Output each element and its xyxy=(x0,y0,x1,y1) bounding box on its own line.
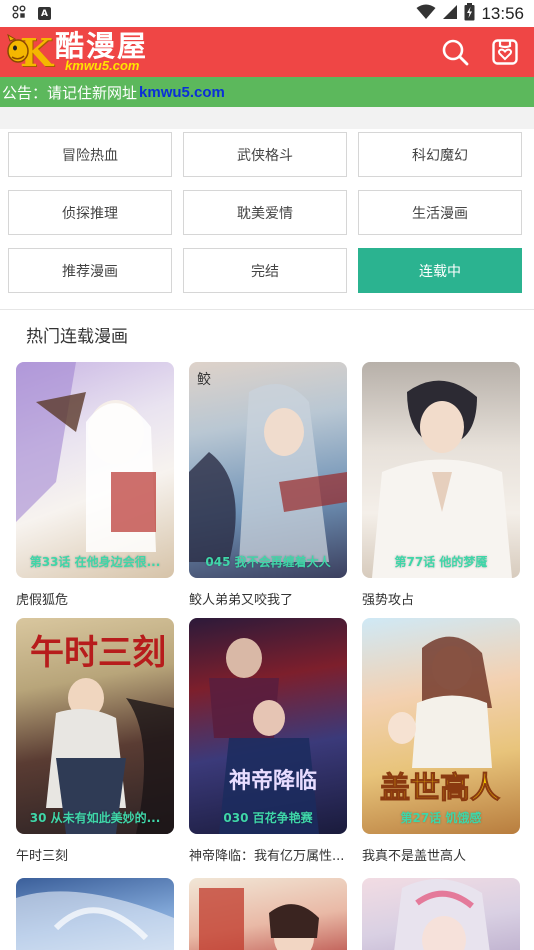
logo-url: kmwu5.com xyxy=(65,58,140,73)
cover-art-image xyxy=(199,888,319,950)
cover-art-image: 盖世高人 xyxy=(380,636,501,807)
category-button[interactable]: 耽美爱情 xyxy=(183,190,347,235)
comic-title[interactable]: 午时三刻 xyxy=(16,834,174,874)
latest-episode: 030 百花争艳赛 xyxy=(223,811,313,825)
category-button[interactable]: 科幻魔幻 xyxy=(358,132,522,177)
logo-name: 酷漫屋 xyxy=(55,29,149,63)
comic-title[interactable]: 我真不是盖世高人 xyxy=(362,834,520,874)
cover-art-image: 午时三刻 xyxy=(30,633,174,834)
category-panel: 冒险热血 武侠格斗 科幻魔幻 侦探推理 耽美爱情 生活漫画 推荐漫画 完结 连载… xyxy=(0,129,534,309)
comic-card[interactable]: 神帝降临 030 百花争艳赛 神帝降临：我有亿万属性... xyxy=(189,618,347,874)
category-button[interactable]: 侦探推理 xyxy=(8,190,172,235)
comic-card[interactable]: 第33话 在他身边会很... 虎假狐危 xyxy=(16,362,174,618)
comic-cover[interactable] xyxy=(189,878,347,950)
svg-text:盖世高人: 盖世高人 xyxy=(380,771,500,806)
cover-art-image xyxy=(16,362,156,552)
cover-art-image: 鲛 xyxy=(189,372,347,562)
comic-cover[interactable]: 神帝降临 030 百花争艳赛 xyxy=(189,618,347,834)
category-grid: 冒险热血 武侠格斗 科幻魔幻 侦探推理 耽美爱情 生活漫画 推荐漫画 完结 连载… xyxy=(8,132,523,293)
category-button-active[interactable]: 连载中 xyxy=(358,248,522,293)
logo-text-group: 酷漫屋 kmwu5.com xyxy=(55,29,149,73)
svg-text:午时三刻: 午时三刻 xyxy=(30,633,166,673)
comic-cover[interactable]: 午时三刻 30 从未有如此美妙的... xyxy=(16,618,174,834)
svg-text:神帝降临: 神帝降临 xyxy=(229,768,317,794)
search-icon xyxy=(442,39,469,66)
latest-episode: 第33话 在他身边会很... xyxy=(29,555,161,569)
section-title: 热门连载漫画 xyxy=(26,326,128,347)
cover-art-image xyxy=(16,891,174,950)
comic-card[interactable] xyxy=(189,878,347,950)
comic-card[interactable] xyxy=(16,878,174,950)
comic-card[interactable]: 午时三刻 30 从未有如此美妙的... 午时三刻 xyxy=(16,618,174,874)
comic-cover[interactable] xyxy=(362,878,520,950)
app-header: K 酷漫屋 kmwu5.com xyxy=(0,27,534,77)
search-button[interactable] xyxy=(440,37,470,67)
status-bar: A 13:56 xyxy=(0,0,534,27)
status-left: A xyxy=(12,5,51,22)
app-a-icon: A xyxy=(38,7,51,20)
battery-icon xyxy=(464,2,475,25)
svg-text:鲛: 鲛 xyxy=(197,372,211,388)
cover-art-image xyxy=(394,879,490,950)
category-button[interactable]: 生活漫画 xyxy=(358,190,522,235)
header-actions xyxy=(440,37,520,67)
comic-card[interactable] xyxy=(362,878,520,950)
comic-card[interactable]: 第77话 他的梦魇 强势攻占 xyxy=(362,362,520,618)
comic-grid: 第33话 在他身边会很... 虎假狐危 鲛 045 我不会再缠着大人 鲛人弟弟又… xyxy=(0,358,534,950)
bookshelf-button[interactable] xyxy=(490,37,520,67)
announcement-text: 公告：请记住新网址 xyxy=(2,83,138,102)
app-logo[interactable]: K 酷漫屋 kmwu5.com xyxy=(6,27,148,77)
category-button[interactable]: 武侠格斗 xyxy=(183,132,347,177)
comic-cover[interactable] xyxy=(16,878,174,950)
status-right: 13:56 xyxy=(416,2,524,25)
comic-cover[interactable]: 盖世高人 第27话 饥饿感 xyxy=(362,618,520,834)
bookmark-heart-icon xyxy=(492,39,518,65)
comic-title[interactable]: 鲛人弟弟又咬我了 xyxy=(189,578,347,618)
comic-card[interactable]: 盖世高人 第27话 饥饿感 我真不是盖世高人 xyxy=(362,618,520,874)
comic-card[interactable]: 鲛 045 我不会再缠着大人 鲛人弟弟又咬我了 xyxy=(189,362,347,618)
comic-cover[interactable]: 第77话 他的梦魇 xyxy=(362,362,520,578)
wifi-icon xyxy=(416,4,436,24)
announcement-bar: 公告：请记住新网址 kmwu5.com xyxy=(0,77,534,107)
latest-episode: 30 从未有如此美妙的... xyxy=(29,811,161,825)
comic-cover[interactable]: 鲛 045 我不会再缠着大人 xyxy=(189,362,347,578)
comic-title[interactable]: 神帝降临：我有亿万属性... xyxy=(189,834,347,874)
hot-serials-section: 热门连载漫画 第33话 在他身边会很... 虎假狐危 鲛 045 我不会再缠着大… xyxy=(0,309,534,950)
latest-episode: 第77话 他的梦魇 xyxy=(394,555,488,569)
comic-title[interactable]: 虎假狐危 xyxy=(16,578,174,618)
cover-art-image xyxy=(372,380,512,578)
clock: 13:56 xyxy=(481,3,524,23)
category-button[interactable]: 冒险热血 xyxy=(8,132,172,177)
comic-title[interactable]: 强势攻占 xyxy=(362,578,520,618)
category-button[interactable]: 推荐漫画 xyxy=(8,248,172,293)
latest-episode: 第27话 饥饿感 xyxy=(400,811,482,825)
notification-dots-icon xyxy=(12,5,26,22)
logo-mascot-icon xyxy=(7,33,29,63)
cover-art-image: 神帝降临 xyxy=(209,638,319,834)
comic-cover[interactable]: 第33话 在他身边会很... xyxy=(16,362,174,578)
announcement-link[interactable]: kmwu5.com xyxy=(139,84,225,101)
latest-episode: 045 我不会再缠着大人 xyxy=(205,555,331,569)
category-button[interactable]: 完结 xyxy=(183,248,347,293)
signal-icon xyxy=(442,4,458,24)
